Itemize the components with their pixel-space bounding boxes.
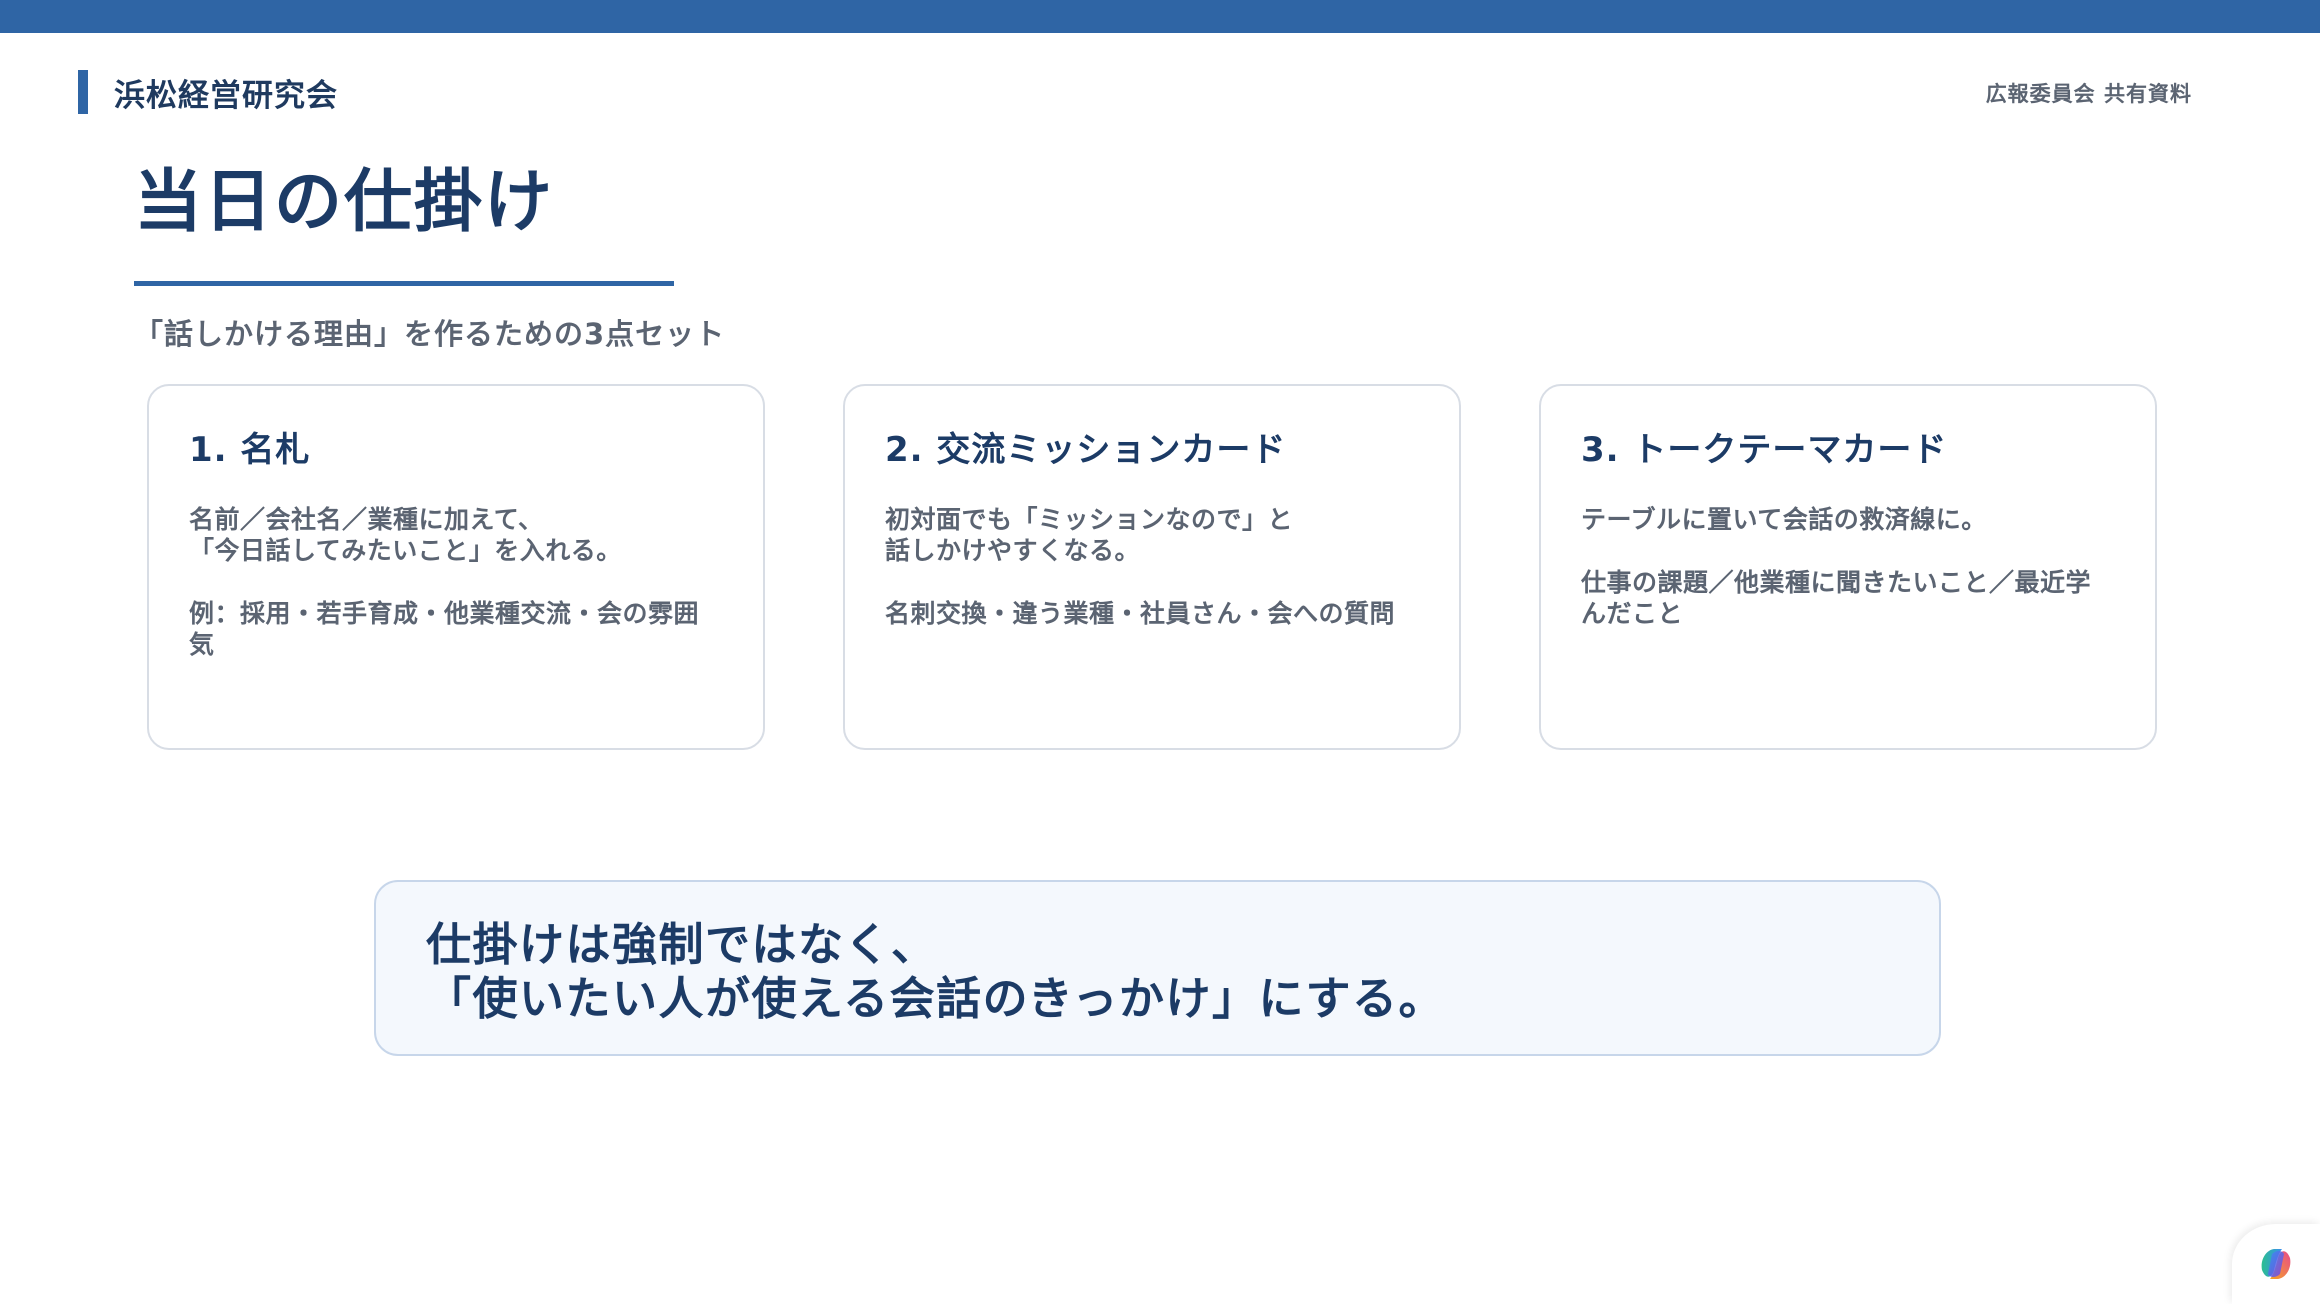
card-text: 話しかけやすくなる。 xyxy=(885,536,1141,566)
card-title: 3. トークテーマカード xyxy=(1581,430,1948,470)
card-text: 気 xyxy=(189,630,215,660)
card-text: 名前／会社名／業種に加えて、 xyxy=(189,505,544,535)
slide-subtitle: 「話しかける理由」を作るための3点セット xyxy=(134,317,726,351)
card-text: テーブルに置いて会話の救済線に。 xyxy=(1581,505,1987,535)
callout-text: 仕掛けは強制ではなく、 xyxy=(426,918,938,971)
card-title: 2. 交流ミッションカード xyxy=(885,430,1287,470)
card-text: んだこと xyxy=(1581,599,1684,629)
card-text: 例：採用・若手育成・他業種交流・会の雰囲 xyxy=(189,599,700,629)
document-label: 広報委員会 共有資料 xyxy=(1985,82,2192,106)
card-text: 「今日話してみたいこと」を入れる。 xyxy=(189,536,622,566)
card-mission: 2. 交流ミッションカード 初対面でも「ミッションなので」と 話しかけやすくなる… xyxy=(843,384,1461,750)
title-underline xyxy=(134,281,674,286)
card-text: 初対面でも「ミッションなので」と xyxy=(885,505,1294,535)
card-talk-theme: 3. トークテーマカード テーブルに置いて会話の救済線に。 仕事の課題／他業種に… xyxy=(1539,384,2157,750)
callout-text: 「使いたい人が使える会話のきっかけ」にする。 xyxy=(426,972,1445,1025)
card-text: 仕事の課題／他業種に聞きたいこと／最近学 xyxy=(1581,568,2092,598)
organization-header: 浜松経営研究会 xyxy=(78,70,338,114)
org-accent-bar xyxy=(78,70,88,114)
organization-name: 浜松経営研究会 xyxy=(114,77,338,114)
slide-page: 浜松経営研究会 広報委員会 共有資料 当日の仕掛け 「話しかける理由」を作るため… xyxy=(0,0,2320,1304)
slide-title: 当日の仕掛け xyxy=(134,163,555,242)
card-title: 1. 名札 xyxy=(189,430,311,470)
card-name-tag: 1. 名札 名前／会社名／業種に加えて、 「今日話してみたいこと」を入れる。 例… xyxy=(147,384,765,750)
copilot-icon[interactable] xyxy=(2232,1224,2320,1304)
callout-box: 仕掛けは強制ではなく、 「使いたい人が使える会話のきっかけ」にする。 xyxy=(374,880,1941,1056)
top-accent-bar xyxy=(0,0,2320,33)
copilot-logo-graphic xyxy=(2261,1249,2291,1279)
card-text: 名刺交換・違う業種・社員さん・会への質問 xyxy=(885,599,1396,629)
